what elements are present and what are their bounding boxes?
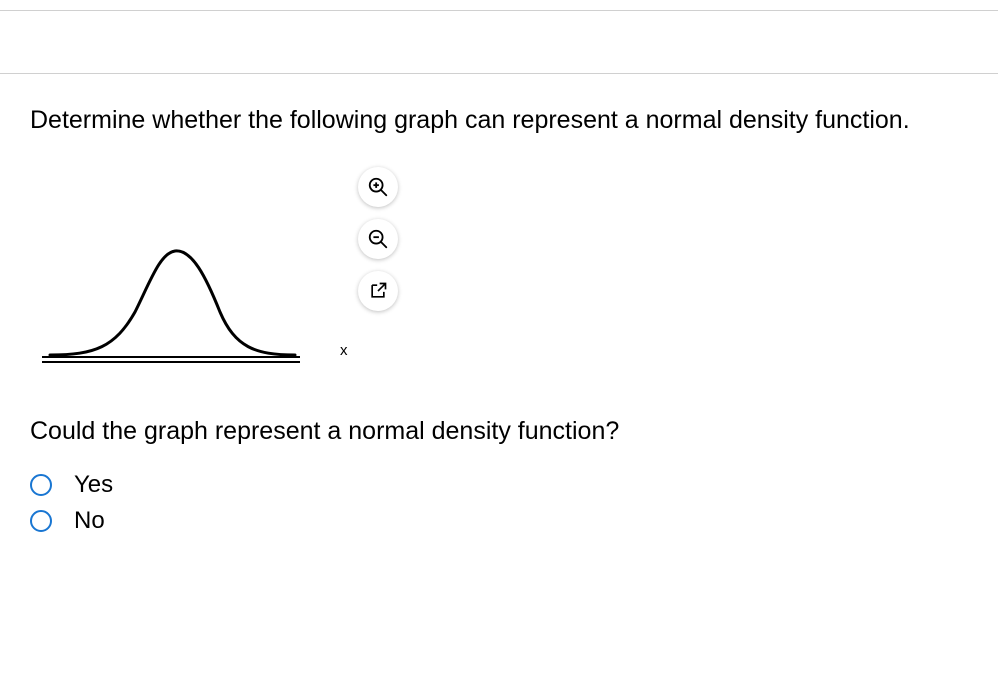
zoom-in-icon: [367, 176, 389, 198]
option-label: Yes: [74, 471, 113, 499]
radio-icon: [30, 510, 52, 532]
option-no[interactable]: No: [30, 507, 968, 535]
zoom-in-button[interactable]: [358, 167, 398, 207]
zoom-out-icon: [367, 228, 389, 250]
option-label: No: [74, 507, 105, 535]
radio-icon: [30, 474, 52, 496]
graph-toolbar: [358, 167, 398, 311]
pop-out-icon: [368, 281, 388, 301]
graph-area: x: [40, 167, 330, 377]
option-yes[interactable]: Yes: [30, 471, 968, 499]
answer-options: Yes No: [30, 471, 968, 535]
density-curve-graph: [40, 237, 305, 367]
top-divider: [0, 10, 998, 11]
pop-out-button[interactable]: [358, 271, 398, 311]
question-content: Determine whether the following graph ca…: [0, 74, 998, 535]
graph-row: x: [30, 167, 968, 377]
follow-up-question: Could the graph represent a normal densi…: [30, 417, 968, 446]
zoom-out-button[interactable]: [358, 219, 398, 259]
question-text: Determine whether the following graph ca…: [30, 104, 968, 137]
x-axis-label: x: [340, 342, 348, 359]
